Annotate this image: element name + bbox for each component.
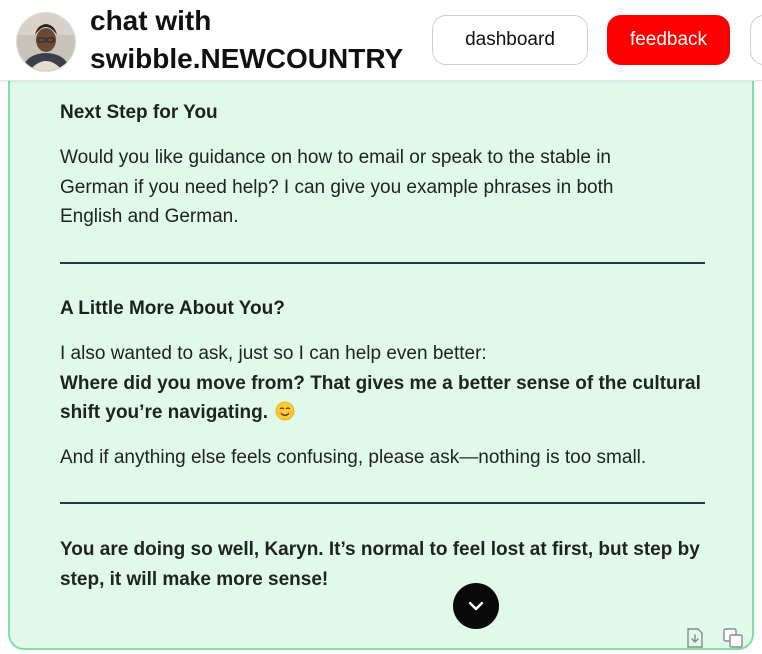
chat-header: chat with swibble.NEWCOUNTRY dashboard f…	[0, 0, 762, 81]
feedback-button[interactable]: feedback	[607, 15, 730, 65]
overflow-button[interactable]	[750, 15, 762, 65]
section-heading-next-step: Next Step for You	[60, 102, 218, 123]
page-title: chat with swibble.NEWCOUNTRY	[90, 5, 404, 74]
scroll-down-button[interactable]	[453, 583, 499, 629]
divider	[60, 502, 705, 504]
avatar	[16, 12, 76, 72]
dashboard-button[interactable]: dashboard	[432, 15, 588, 65]
download-icon	[687, 628, 703, 648]
section-intro-about-you: I also wanted to ask, just so I can help…	[60, 343, 487, 364]
closing-message: You are doing so well, Karyn. It’s norma…	[60, 539, 700, 590]
smiling-face-emoji-icon	[275, 401, 295, 421]
copy-icon	[723, 628, 743, 648]
section-question-about-you: Where did you move from? That gives me a…	[60, 369, 705, 428]
divider	[60, 262, 705, 264]
question-text: Where did you move from? That gives me a…	[60, 372, 701, 424]
section-followup-about-you: And if anything else feels confusing, pl…	[60, 447, 647, 468]
download-button[interactable]	[683, 626, 707, 650]
section-body-next-step: Would you like guidance on how to email …	[60, 147, 614, 227]
section-heading-about-you: A Little More About You?	[60, 298, 285, 319]
chevron-down-icon	[468, 601, 484, 611]
copy-button[interactable]	[722, 626, 746, 650]
